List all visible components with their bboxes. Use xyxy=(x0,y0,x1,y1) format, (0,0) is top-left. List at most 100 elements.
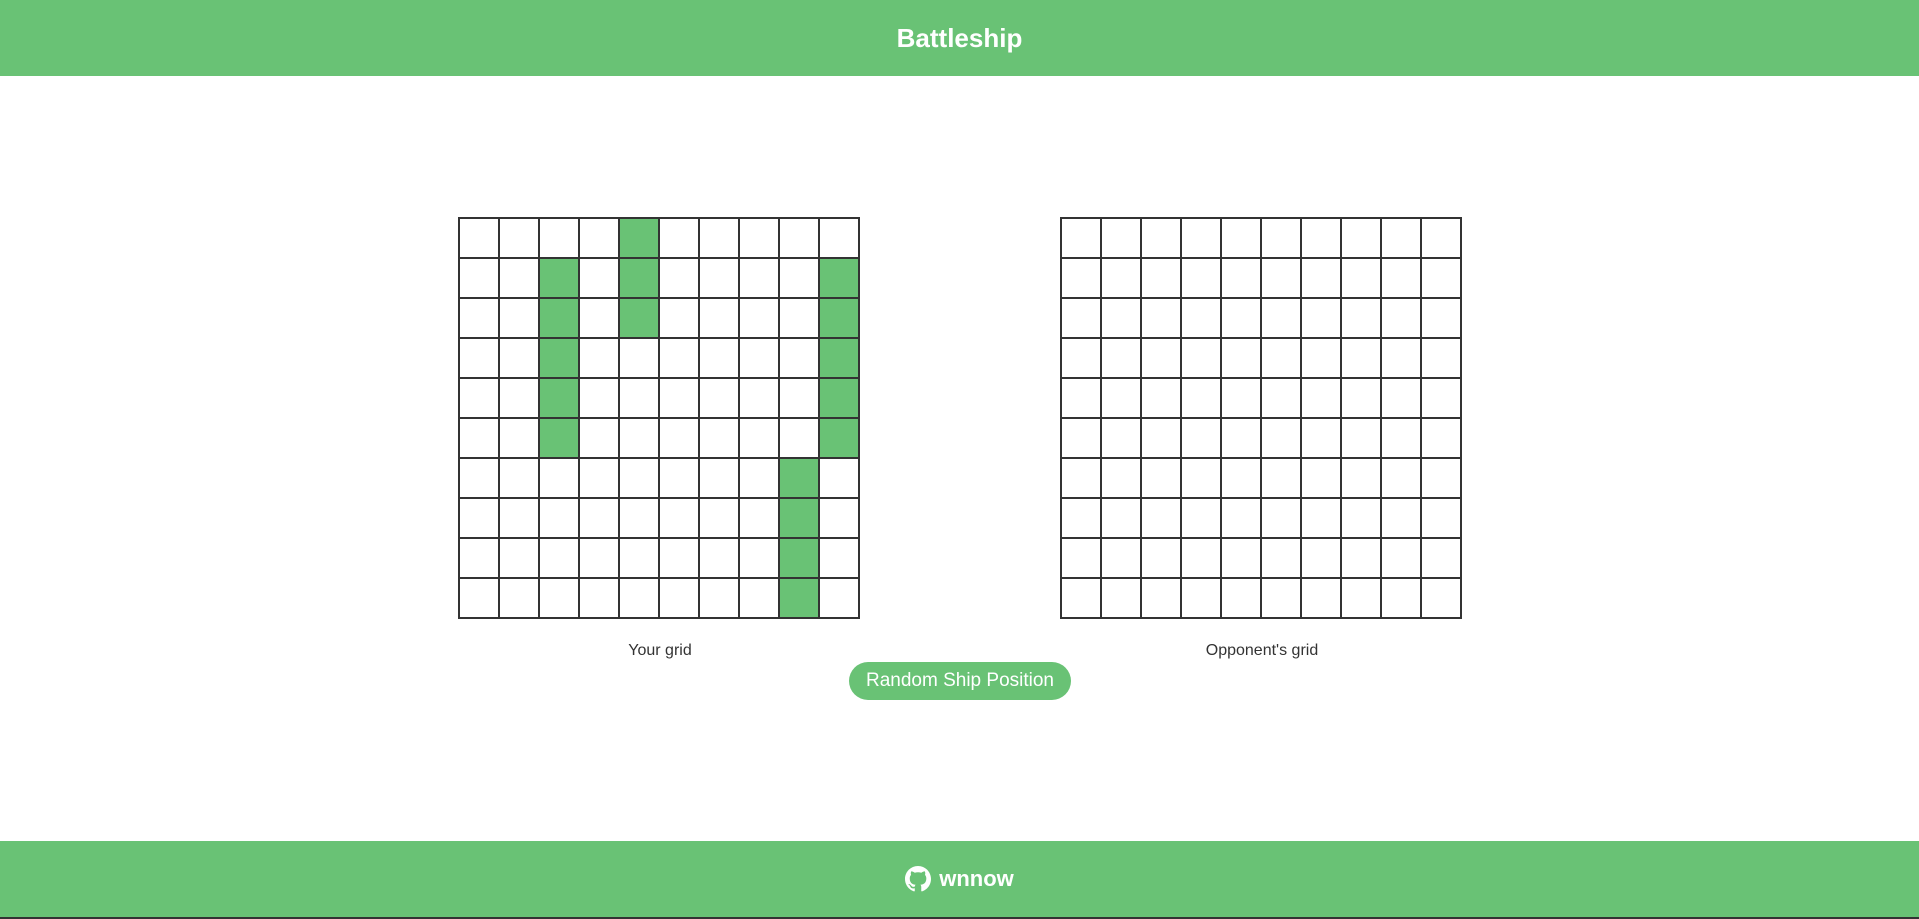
opponent-grid-cell[interactable] xyxy=(1062,499,1102,539)
your-grid-cell[interactable] xyxy=(780,219,820,259)
your-grid-cell[interactable] xyxy=(780,379,820,419)
opponent-grid-cell[interactable] xyxy=(1182,379,1222,419)
your-grid-cell[interactable] xyxy=(580,219,620,259)
your-grid-cell[interactable] xyxy=(780,339,820,379)
opponent-grid-cell[interactable] xyxy=(1302,219,1342,259)
opponent-grid-cell[interactable] xyxy=(1262,579,1302,619)
your-grid-cell[interactable] xyxy=(500,459,540,499)
your-grid-cell[interactable] xyxy=(740,459,780,499)
your-grid-cell[interactable] xyxy=(700,419,740,459)
opponent-grid-cell[interactable] xyxy=(1302,539,1342,579)
opponent-grid-cell[interactable] xyxy=(1102,299,1142,339)
opponent-grid-cell[interactable] xyxy=(1302,459,1342,499)
your-grid-cell-ship[interactable] xyxy=(620,299,660,339)
opponent-grid-cell[interactable] xyxy=(1182,219,1222,259)
your-grid-cell[interactable] xyxy=(580,539,620,579)
opponent-grid-cell[interactable] xyxy=(1102,539,1142,579)
your-grid-cell[interactable] xyxy=(460,339,500,379)
opponent-grid-cell[interactable] xyxy=(1302,499,1342,539)
opponent-grid-cell[interactable] xyxy=(1062,419,1102,459)
your-grid-cell-ship[interactable] xyxy=(820,259,860,299)
your-grid-cell[interactable] xyxy=(740,339,780,379)
opponent-grid-cell[interactable] xyxy=(1222,539,1262,579)
your-grid-cell[interactable] xyxy=(620,379,660,419)
your-grid[interactable] xyxy=(458,217,860,619)
your-grid-cell[interactable] xyxy=(500,259,540,299)
github-link[interactable]: wnnow xyxy=(905,866,1014,892)
your-grid-cell-ship[interactable] xyxy=(820,299,860,339)
opponent-grid-cell[interactable] xyxy=(1102,419,1142,459)
opponent-grid-cell[interactable] xyxy=(1102,459,1142,499)
your-grid-cell[interactable] xyxy=(700,219,740,259)
your-grid-cell[interactable] xyxy=(660,419,700,459)
your-grid-cell-ship[interactable] xyxy=(540,419,580,459)
opponent-grid-cell[interactable] xyxy=(1262,219,1302,259)
your-grid-cell[interactable] xyxy=(700,299,740,339)
opponent-grid-cell[interactable] xyxy=(1302,419,1342,459)
opponent-grid-cell[interactable] xyxy=(1422,419,1462,459)
opponent-grid-cell[interactable] xyxy=(1302,579,1342,619)
your-grid-cell[interactable] xyxy=(580,459,620,499)
opponent-grid-cell[interactable] xyxy=(1422,259,1462,299)
your-grid-cell[interactable] xyxy=(660,379,700,419)
opponent-grid-cell[interactable] xyxy=(1382,459,1422,499)
your-grid-cell-ship[interactable] xyxy=(620,219,660,259)
opponent-grid-cell[interactable] xyxy=(1342,299,1382,339)
opponent-grid-cell[interactable] xyxy=(1182,339,1222,379)
your-grid-cell[interactable] xyxy=(780,299,820,339)
opponent-grid-cell[interactable] xyxy=(1062,539,1102,579)
opponent-grid-cell[interactable] xyxy=(1062,299,1102,339)
opponent-grid-cell[interactable] xyxy=(1382,539,1422,579)
opponent-grid-cell[interactable] xyxy=(1422,499,1462,539)
opponent-grid-cell[interactable] xyxy=(1222,299,1262,339)
opponent-grid-cell[interactable] xyxy=(1382,299,1422,339)
your-grid-cell[interactable] xyxy=(500,499,540,539)
your-grid-cell[interactable] xyxy=(540,579,580,619)
your-grid-cell[interactable] xyxy=(780,419,820,459)
opponent-grid-cell[interactable] xyxy=(1262,299,1302,339)
your-grid-cell[interactable] xyxy=(540,459,580,499)
opponent-grid-cell[interactable] xyxy=(1422,459,1462,499)
your-grid-cell[interactable] xyxy=(460,419,500,459)
your-grid-cell-ship[interactable] xyxy=(780,539,820,579)
opponent-grid-cell[interactable] xyxy=(1182,459,1222,499)
opponent-grid-cell[interactable] xyxy=(1342,579,1382,619)
your-grid-cell-ship[interactable] xyxy=(540,259,580,299)
your-grid-cell[interactable] xyxy=(500,219,540,259)
opponent-grid-cell[interactable] xyxy=(1422,339,1462,379)
your-grid-cell-ship[interactable] xyxy=(820,379,860,419)
opponent-grid-cell[interactable] xyxy=(1182,539,1222,579)
your-grid-cell[interactable] xyxy=(460,219,500,259)
your-grid-cell[interactable] xyxy=(580,579,620,619)
opponent-grid-cell[interactable] xyxy=(1222,259,1262,299)
your-grid-cell-ship[interactable] xyxy=(780,459,820,499)
your-grid-cell[interactable] xyxy=(460,459,500,499)
your-grid-cell[interactable] xyxy=(620,459,660,499)
your-grid-cell[interactable] xyxy=(660,459,700,499)
opponent-grid-cell[interactable] xyxy=(1142,259,1182,299)
opponent-grid-cell[interactable] xyxy=(1422,219,1462,259)
your-grid-cell[interactable] xyxy=(820,579,860,619)
opponent-grid-cell[interactable] xyxy=(1302,299,1342,339)
your-grid-cell[interactable] xyxy=(620,539,660,579)
your-grid-cell[interactable] xyxy=(620,339,660,379)
opponent-grid-cell[interactable] xyxy=(1262,259,1302,299)
opponent-grid-cell[interactable] xyxy=(1062,259,1102,299)
your-grid-cell[interactable] xyxy=(580,379,620,419)
opponent-grid-cell[interactable] xyxy=(1342,499,1382,539)
opponent-grid-cell[interactable] xyxy=(1062,579,1102,619)
opponent-grid-cell[interactable] xyxy=(1342,259,1382,299)
your-grid-cell[interactable] xyxy=(460,539,500,579)
opponent-grid-cell[interactable] xyxy=(1142,579,1182,619)
your-grid-cell[interactable] xyxy=(700,339,740,379)
opponent-grid-cell[interactable] xyxy=(1182,419,1222,459)
opponent-grid-cell[interactable] xyxy=(1422,379,1462,419)
your-grid-cell[interactable] xyxy=(740,539,780,579)
your-grid-cell[interactable] xyxy=(740,499,780,539)
your-grid-cell[interactable] xyxy=(460,499,500,539)
opponent-grid-cell[interactable] xyxy=(1142,499,1182,539)
opponent-grid-cell[interactable] xyxy=(1182,299,1222,339)
opponent-grid-cell[interactable] xyxy=(1342,539,1382,579)
your-grid-cell[interactable] xyxy=(500,539,540,579)
your-grid-cell[interactable] xyxy=(740,219,780,259)
